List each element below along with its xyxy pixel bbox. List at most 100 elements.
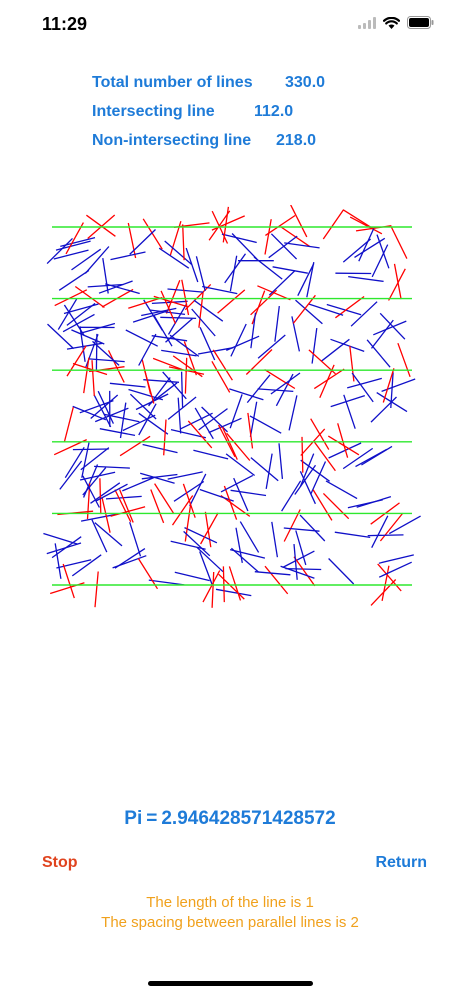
status-bar: 11:29	[0, 0, 460, 50]
intersecting-needle	[349, 216, 383, 235]
non-intersecting-needle	[71, 554, 102, 577]
non-intersecting-needle	[58, 269, 90, 291]
status-icons	[358, 16, 434, 29]
non-intersecting-needle	[194, 407, 214, 440]
stat-value: 330.0	[285, 74, 326, 91]
non-intersecting-needle	[297, 263, 315, 296]
non-intersecting-needle	[306, 261, 315, 298]
non-intersecting-needle	[109, 382, 146, 388]
non-intersecting-needle	[46, 542, 82, 555]
intersecting-needle	[379, 512, 404, 542]
non-intersecting-needle	[169, 334, 200, 357]
home-indicator	[148, 981, 313, 986]
intersecting-needle	[217, 289, 246, 314]
non-intersecting-needle	[80, 513, 117, 522]
non-intersecting-needle	[84, 246, 110, 274]
intersecting-needle	[142, 218, 163, 250]
non-intersecting-needle	[274, 306, 280, 342]
signal-icon	[358, 16, 376, 29]
non-intersecting-needle	[320, 338, 350, 362]
non-intersecting-needle	[378, 554, 414, 564]
non-intersecting-needle	[367, 534, 404, 537]
non-intersecting-needle	[358, 228, 375, 262]
non-intersecting-needle	[326, 303, 362, 316]
info-line-length: The length of the line is 1	[146, 894, 314, 911]
non-intersecting-needle	[239, 521, 260, 553]
non-intersecting-needle	[230, 489, 267, 497]
non-intersecting-needle	[281, 480, 302, 512]
non-intersecting-needle	[288, 395, 298, 431]
intersecting-needle	[290, 205, 308, 238]
intersecting-needle	[218, 573, 245, 600]
non-intersecting-needle	[195, 256, 206, 292]
return-button[interactable]: Return	[375, 854, 427, 872]
non-intersecting-needle	[348, 275, 384, 283]
stat-value: 112.0	[254, 103, 294, 120]
non-intersecting-needle	[257, 334, 286, 359]
intersecting-needle	[349, 345, 355, 382]
intersecting-needle	[393, 263, 402, 300]
non-intersecting-needle	[299, 514, 326, 542]
stat-label: Total number of lines	[92, 74, 253, 91]
non-intersecting-needle	[167, 303, 188, 335]
non-intersecting-needle	[81, 442, 90, 478]
non-intersecting-needle	[64, 446, 85, 479]
non-intersecting-needle	[350, 301, 378, 327]
non-intersecting-needle	[271, 521, 279, 558]
non-intersecting-needle	[125, 329, 158, 347]
intersecting-needle	[143, 368, 155, 404]
non-intersecting-needle	[177, 397, 182, 434]
intersecting-needle	[228, 566, 242, 601]
non-intersecting-needle	[351, 372, 374, 403]
non-intersecting-needle	[268, 235, 298, 259]
non-intersecting-needle	[311, 328, 318, 364]
non-intersecting-needle	[122, 414, 156, 432]
intersecting-needle	[91, 360, 95, 396]
non-intersecting-needle	[180, 371, 184, 408]
non-intersecting-needle	[215, 588, 252, 597]
intersecting-needle	[212, 349, 233, 381]
non-intersecting-needle	[170, 540, 206, 550]
non-intersecting-needle	[79, 471, 116, 481]
non-intersecting-needle	[110, 251, 146, 261]
non-intersecting-needle	[230, 547, 259, 573]
intersecting-needle	[264, 219, 272, 255]
non-intersecting-needle	[138, 403, 157, 436]
intersecting-needle	[119, 435, 151, 457]
non-intersecting-needle	[72, 448, 109, 451]
pi-estimate: Pi = 2.946428571428572	[0, 808, 460, 830]
intersecting-needle	[370, 579, 397, 606]
intersecting-needle	[54, 289, 88, 307]
stop-button[interactable]: Stop	[42, 854, 78, 872]
intersecting-needle	[322, 209, 345, 240]
non-intersecting-needle	[334, 531, 371, 539]
non-intersecting-needle	[310, 461, 327, 495]
non-intersecting-needle	[250, 312, 257, 349]
wifi-icon	[383, 16, 400, 29]
non-intersecting-needle	[160, 316, 197, 320]
non-intersecting-needle	[59, 460, 83, 490]
stat-label: Intersecting line	[92, 103, 215, 120]
intersecting-needle	[313, 368, 345, 390]
non-intersecting-needle	[46, 237, 73, 265]
stat-label: Non-intersecting line	[92, 132, 252, 149]
info-line-spacing: The spacing between parallel lines is 2	[101, 914, 359, 931]
intersecting-needle	[114, 489, 132, 523]
non-intersecting-needle	[71, 248, 102, 271]
intersecting-needle	[118, 489, 134, 523]
non-intersecting-needle	[185, 247, 199, 283]
intersecting-needle	[99, 478, 102, 515]
non-intersecting-needle	[230, 323, 247, 357]
non-intersecting-needle	[91, 519, 108, 553]
non-intersecting-needle	[167, 288, 204, 293]
intersecting-needle	[152, 357, 187, 372]
non-intersecting-needle	[272, 266, 308, 274]
non-intersecting-needle	[278, 443, 284, 479]
status-time: 11:29	[42, 14, 88, 34]
non-intersecting-needle	[142, 443, 178, 454]
non-intersecting-needle	[129, 229, 156, 255]
intersecting-needle	[264, 565, 289, 595]
non-intersecting-needle	[170, 428, 207, 439]
intersecting-needle	[62, 563, 75, 599]
intersecting-needle	[66, 345, 87, 377]
